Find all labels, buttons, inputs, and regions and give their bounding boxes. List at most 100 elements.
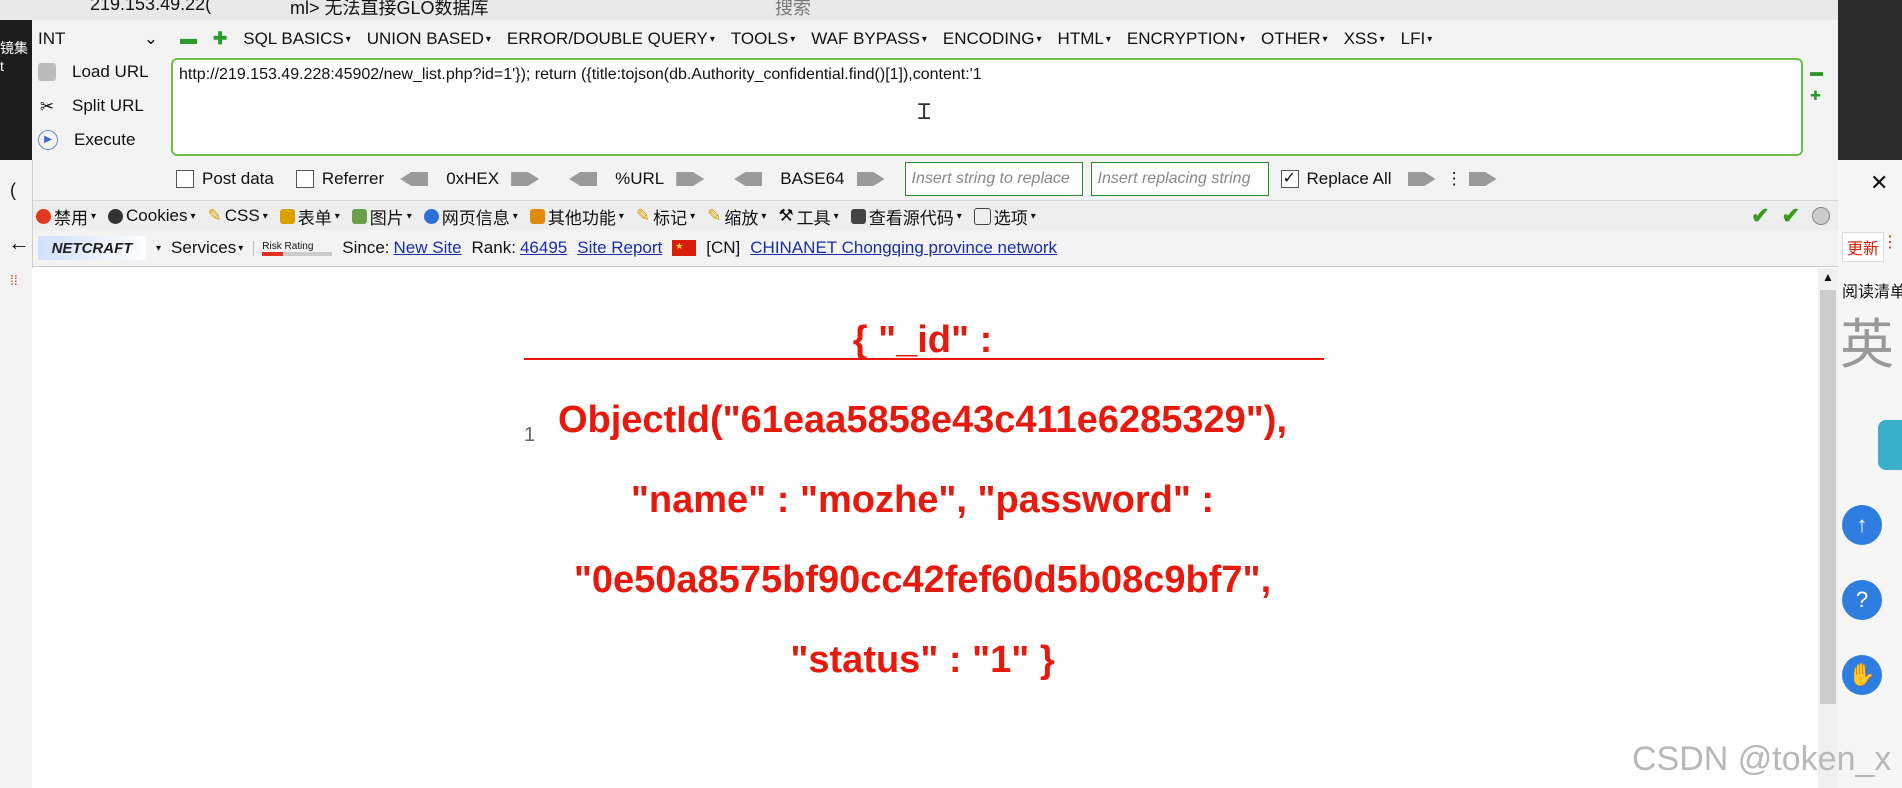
outline-menu[interactable]: ✎ 标记 ▾ (636, 204, 695, 229)
json-line: "name" : "mozhe", "password" : (630, 479, 1215, 521)
replace-all-checkbox[interactable] (1280, 168, 1299, 188)
minus-icon[interactable]: ▬ (180, 29, 197, 49)
update-button[interactable]: 更新 (1842, 232, 1885, 262)
scroll-up-icon[interactable]: ▲ (1822, 270, 1834, 284)
reading-list-link[interactable]: 阅读清单 (1842, 278, 1902, 302)
more-icon[interactable]: ⋮ (1882, 232, 1898, 252)
base64-decode-arrow-icon[interactable] (734, 172, 763, 186)
rank-link[interactable]: 46495 (520, 238, 567, 258)
rank-label: Rank: (471, 238, 516, 257)
since-link[interactable]: New Site (394, 238, 462, 258)
tools-menu[interactable]: ⚒ 工具 ▾ (778, 204, 838, 229)
load-url-button[interactable]: Load URL (38, 55, 149, 89)
back-arrow-icon[interactable]: ← (8, 230, 30, 256)
menu-html[interactable]: HTML ▾ (1058, 29, 1111, 49)
insert-string-input[interactable]: Insert string to replace (904, 162, 1083, 196)
risk-rating-meter[interactable]: Risk Rating (253, 240, 333, 256)
misc-menu[interactable]: 其他功能 ▾ (529, 204, 624, 229)
forms-menu[interactable]: 表单 ▾ (279, 204, 340, 229)
menu-waf-bypass[interactable]: WAF BYPASS ▾ (811, 29, 927, 49)
caret-icon: ▾ (345, 33, 351, 45)
tools-label: 工具 (796, 208, 831, 228)
pencil-icon: ✎ (207, 206, 222, 225)
options-menu[interactable]: 选项 ▾ (973, 204, 1036, 229)
cookies-label: Cookies (126, 206, 188, 225)
content-number: 1 (524, 424, 536, 446)
post-data-checkbox[interactable] (176, 170, 194, 188)
netcraft-logo[interactable]: NETCRAFT (38, 236, 146, 260)
load-url-icon (38, 63, 56, 81)
services-menu[interactable]: Services (171, 238, 236, 258)
type-select[interactable]: INT ⌄ (32, 29, 164, 49)
menu-error-double-query[interactable]: ERROR/DOUBLE QUERY ▾ (507, 29, 715, 49)
tab-fragment[interactable]: ml> 无法直接GLO数据库 (290, 0, 489, 20)
base64-encode-arrow-icon[interactable] (856, 172, 885, 186)
status-circle-icon[interactable] (1812, 207, 1830, 225)
css-menu[interactable]: ✎ CSS ▾ (207, 206, 267, 226)
search-field[interactable]: 搜索 (775, 0, 811, 20)
cookies-menu[interactable]: Cookies ▾ (108, 206, 195, 226)
execute-button[interactable]: ▶ Execute (38, 123, 135, 157)
referrer-checkbox[interactable] (295, 170, 314, 188)
disable-menu[interactable]: 禁用 ▾ (36, 204, 96, 229)
watermark: CSDN @token_x (1632, 740, 1892, 778)
page-info-menu[interactable]: 网页信息 ▾ (423, 204, 518, 229)
menu-lfi[interactable]: LFI ▾ (1401, 29, 1433, 49)
replace-arrow-icon[interactable] (1407, 172, 1436, 186)
execute-label: Execute (74, 130, 136, 149)
check-icon[interactable]: ✔ (1751, 203, 1769, 229)
referrer-label: Referrer (321, 169, 385, 188)
caret-icon: ▾ (921, 33, 927, 45)
menu-union-based[interactable]: UNION BASED ▾ (367, 29, 491, 49)
url-text: http://219.153.49.228:45902/new_list.php… (179, 66, 982, 83)
network-link[interactable]: CHINANET Chongqing province network (750, 238, 1057, 258)
json-line: "status" : "1" } (790, 639, 1055, 681)
caret-icon: ▾ (956, 210, 962, 222)
view-source-menu[interactable]: 查看源代码 ▾ (850, 204, 962, 229)
close-icon[interactable]: ✕ (1870, 170, 1888, 196)
menu-sql-basics[interactable]: SQL BASICS ▾ (243, 29, 351, 49)
hex-encode-arrow-icon[interactable] (511, 172, 540, 186)
caret-icon: ▾ (238, 242, 244, 254)
resize-label: 缩放 (724, 208, 759, 228)
json-line: "0e50a8575bf90cc42fef60d5b08c9bf7", (573, 559, 1272, 601)
hex-decode-arrow-icon[interactable] (400, 172, 429, 186)
split-url-button[interactable]: ✂ Split URL (38, 89, 144, 123)
minus-icon[interactable]: ▬ (1810, 64, 1823, 79)
help-icon[interactable]: ? (1842, 580, 1882, 620)
netcraft-toolbar: NETCRAFT ▾ Services ▾ Risk Rating Since:… (32, 230, 1838, 267)
menu-label: WAF BYPASS (811, 29, 920, 48)
source-icon (850, 208, 866, 224)
images-menu[interactable]: 图片 ▾ (351, 204, 412, 229)
handshake-icon[interactable]: ✋ (1842, 655, 1882, 695)
plus-icon[interactable]: ✚ (1810, 88, 1821, 104)
url-encode-arrow-icon[interactable] (676, 172, 705, 186)
risk-rating-label: Risk Rating (262, 240, 314, 252)
menu-other[interactable]: OTHER ▾ (1261, 29, 1328, 49)
menu-label: OTHER (1261, 29, 1321, 48)
scrollbar-thumb[interactable] (1820, 290, 1836, 704)
site-report-link[interactable]: Site Report (577, 238, 662, 258)
misc-icon (529, 208, 545, 224)
web-developer-toolbar: 禁用 ▾ Cookies ▾ ✎ CSS ▾ 表单 ▾ 图片 ▾ 网页信息 ▾ 其他功能 ▾ ✎… (32, 200, 1838, 231)
menu-encryption[interactable]: ENCRYPTION ▾ (1127, 29, 1245, 49)
arrow-up-icon[interactable]: ↑ (1842, 505, 1882, 545)
menu-label: ERROR/DOUBLE QUERY (506, 29, 708, 48)
check-icon[interactable]: ✔ (1782, 203, 1800, 229)
replacing-string-input[interactable]: Insert replacing string (1090, 162, 1269, 196)
url-decode-arrow-icon[interactable] (569, 172, 598, 186)
menu-tools[interactable]: TOOLS ▾ (731, 29, 795, 49)
apps-grid-icon[interactable]: ⁞⁞ (10, 272, 18, 288)
menu-xss[interactable]: XSS ▾ (1344, 29, 1385, 49)
replace-right-arrow-icon[interactable] (1468, 172, 1497, 186)
menu-label: LFI (1400, 29, 1426, 48)
plus-icon[interactable]: ✚ (213, 29, 227, 49)
url-textarea[interactable]: http://219.153.49.228:45902/new_list.php… (171, 58, 1803, 156)
caret-icon[interactable]: ▾ (156, 243, 161, 254)
resize-menu[interactable]: ✎ 缩放 ▾ (707, 204, 766, 229)
app-logo-icon[interactable] (1878, 420, 1902, 470)
tab-edge-icon[interactable]: ( (10, 180, 16, 201)
menu-encoding[interactable]: ENCODING ▾ (943, 29, 1042, 49)
address-fragment[interactable]: 219.153.49.22( (90, 0, 211, 15)
china-flag-icon (672, 240, 697, 256)
